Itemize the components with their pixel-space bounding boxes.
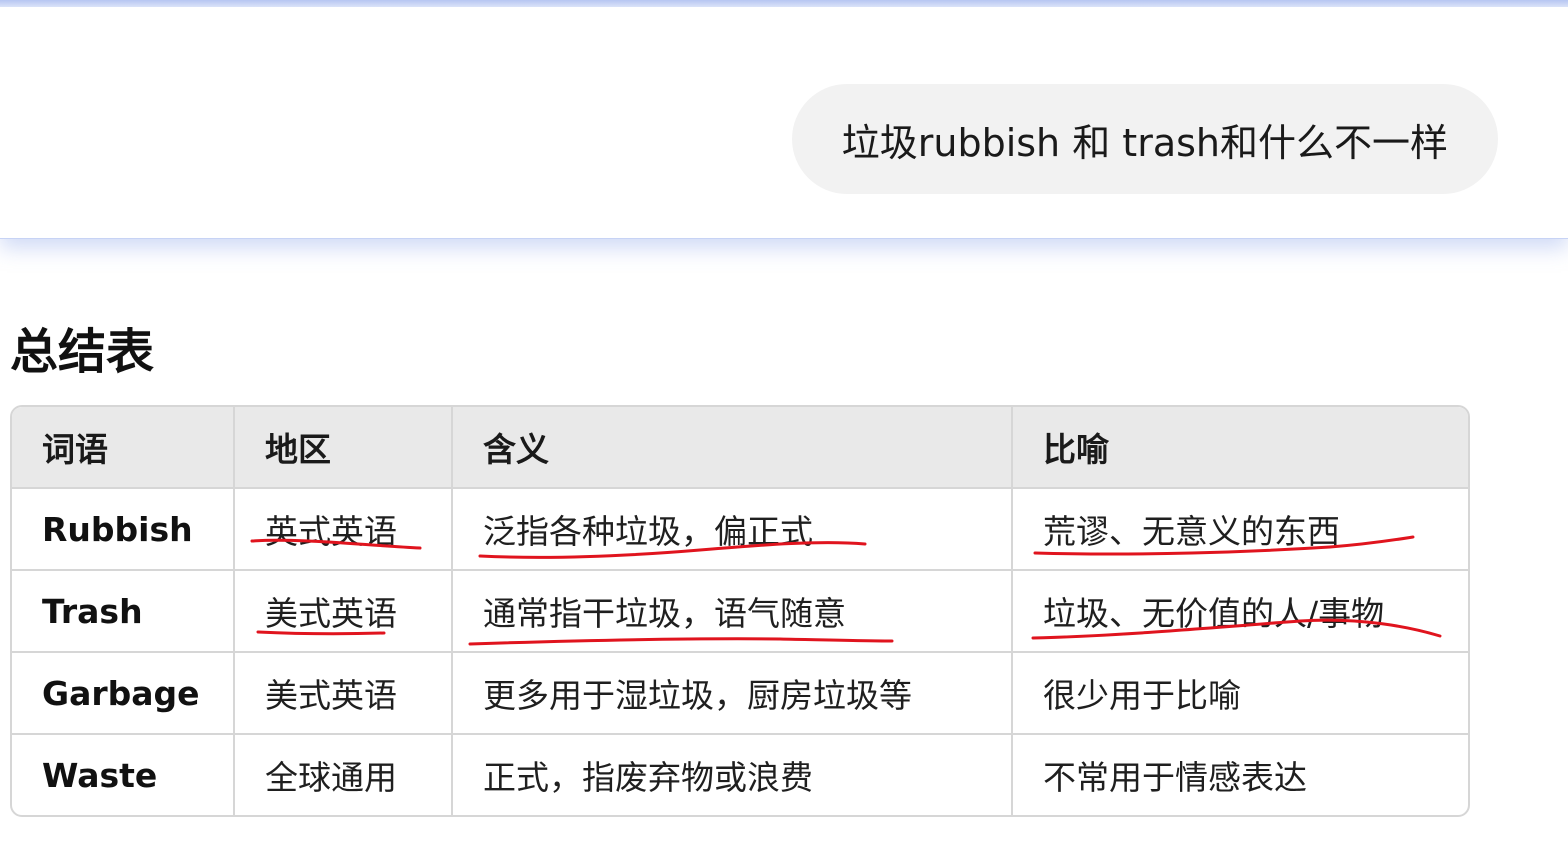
cell-metaphor: 荒谬、无意义的东西 — [1012, 488, 1468, 571]
cell-metaphor: 很少用于比喻 — [1012, 652, 1468, 735]
summary-table: 词语 地区 含义 比喻 Rubbish 英式英语 泛指各种垃圾，偏正式 荒谬、无… — [10, 405, 1470, 817]
table-row: Waste 全球通用 正式，指废弃物或浪费 不常用于情感表达 — [12, 734, 1468, 815]
cell-meaning: 通常指干垃圾，语气随意 — [452, 570, 1013, 653]
column-header-word: 词语 — [12, 407, 235, 489]
cell-region: 全球通用 — [234, 734, 453, 815]
user-message-bubble: 垃圾rubbish 和 trash和什么不一样 — [791, 84, 1498, 194]
cell-metaphor: 不常用于情感表达 — [1043, 758, 1307, 797]
top-divider — [0, 0, 1568, 7]
cell-word: Rubbish — [12, 488, 235, 571]
cell-region: 美式英语 — [234, 570, 453, 653]
column-header-region: 地区 — [234, 407, 453, 489]
table-row: Garbage 美式英语 更多用于湿垃圾，厨房垃圾等 很少用于比喻 — [12, 652, 1468, 735]
user-message-text: 垃圾rubbish 和 trash和什么不一样 — [841, 120, 1448, 165]
cell-region: 英式英语 — [234, 488, 453, 571]
cell-meaning: 泛指各种垃圾，偏正式 — [452, 488, 1013, 571]
cell-region: 美式英语 — [234, 652, 453, 735]
cell-meaning: 更多用于湿垃圾，厨房垃圾等 — [452, 652, 1013, 735]
cell-word: Garbage — [12, 652, 235, 735]
table-header-row: 词语 地区 含义 比喻 — [12, 407, 1468, 489]
summary-heading: 总结表 — [10, 324, 155, 380]
screen: 垃圾rubbish 和 trash和什么不一样 总结表 词语 地区 含义 比喻 — [0, 0, 1568, 866]
cell-metaphor: 垃圾、无价值的人/事物 — [1012, 570, 1468, 653]
column-header-metaphor: 比喻 — [1012, 407, 1468, 489]
table-row: Rubbish 英式英语 泛指各种垃圾，偏正式 荒谬、无意义的东西 — [12, 488, 1468, 571]
cell-word: Trash — [12, 570, 235, 653]
column-header-meaning: 含义 — [452, 407, 1013, 489]
chat-header-area: 垃圾rubbish 和 trash和什么不一样 — [0, 0, 1568, 238]
table-row: Trash 美式英语 通常指干垃圾，语气随意 垃圾、无价值的人/事物 — [12, 570, 1468, 653]
cell-word: Waste — [12, 734, 235, 815]
cell-meaning: 正式，指废弃物或浪费 — [452, 734, 1013, 815]
